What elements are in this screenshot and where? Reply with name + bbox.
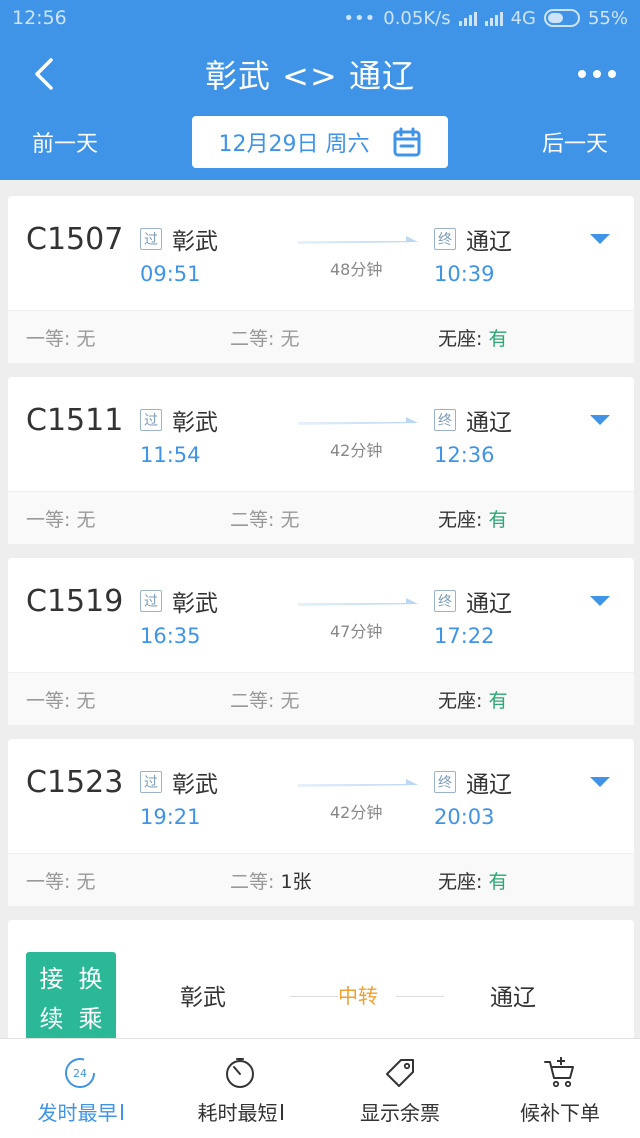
arrival-station: 终通辽	[434, 222, 512, 256]
terminal-tag: 终	[434, 228, 456, 250]
arrival-station: 终通辽	[434, 765, 512, 799]
prev-day-button[interactable]: 前一天	[32, 126, 98, 158]
travel-duration: 48分钟	[330, 260, 383, 279]
travel-duration: 42分钟	[330, 441, 383, 460]
sort-indicator-icon	[120, 1103, 123, 1120]
transfer-line	[396, 996, 444, 997]
train-list: C1507 过彰武 09:51 48分钟终通辽 10:39 一等: 无二等: 无无座: 有…	[0, 180, 640, 1070]
page-title: 彰武 <> 通辽	[205, 57, 415, 95]
standing-seat: 无座: 有	[438, 870, 508, 893]
arrival-time: 12:36	[434, 443, 495, 467]
arrival-station: 终通辽	[434, 584, 512, 618]
travel-duration: 42分钟	[330, 803, 383, 822]
second-class-seat: 二等: 无	[230, 689, 300, 712]
terminal-tag: 终	[434, 771, 456, 793]
network-type: 4G	[510, 7, 536, 29]
more-menu-button[interactable]	[556, 54, 616, 94]
standing-seat: 无座: 有	[438, 508, 508, 531]
battery-icon	[543, 9, 580, 27]
pass-through-tag: 过	[140, 409, 162, 431]
route-arrow-icon	[298, 236, 418, 244]
departure-time: 19:21	[140, 805, 201, 829]
date-label: 12月29日 周六	[218, 132, 370, 157]
bottom-toolbar: 24 发时最早 耗时最短 显示余票 候补下单	[0, 1038, 640, 1138]
next-day-button[interactable]: 后一天	[542, 126, 608, 158]
second-class-seat: 二等: 无	[230, 327, 300, 350]
travel-duration: 47分钟	[330, 622, 383, 641]
arrival-station: 终通辽	[434, 403, 512, 437]
transfer-to-station: 通辽	[490, 985, 536, 1011]
train-number: C1507	[26, 222, 124, 257]
pass-through-tag: 过	[140, 590, 162, 612]
route-arrow-icon	[298, 598, 418, 606]
signal-icon	[484, 10, 503, 26]
arrival-time: 20:03	[434, 805, 495, 829]
departure-station: 过彰武	[140, 222, 218, 256]
train-number: C1523	[26, 765, 124, 800]
route-arrow-icon	[298, 417, 418, 425]
show-remaining-tickets-tab[interactable]: 显示余票	[320, 1039, 480, 1138]
sort-indicator-icon	[280, 1103, 283, 1120]
battery-percent: 55%	[587, 7, 628, 29]
terminal-tag: 终	[434, 590, 456, 612]
pass-through-tag: 过	[140, 771, 162, 793]
transfer-from-station: 彰武	[180, 985, 226, 1011]
back-button[interactable]	[24, 54, 64, 94]
first-class-seat: 一等: 无	[26, 508, 96, 531]
stopwatch-icon	[226, 1058, 254, 1088]
train-card[interactable]: C1523 过彰武 19:21 42分钟 终通辽 20:03 一等: 无 二等: 1张 无座: …	[8, 739, 634, 906]
train-card[interactable]: C1511 过彰武 11:54 42分钟 终通辽 12:36 一等: 无 二等: 无 无座: 有	[8, 377, 634, 544]
train-card[interactable]: C1507 过彰武 09:51 48分钟 终通辽 10:39 一等: 无 二等: 无 无座: 有	[8, 196, 634, 363]
back-arrow-icon	[35, 58, 53, 90]
date-picker[interactable]: 12月29日 周六	[192, 116, 448, 168]
departure-station: 过彰武	[140, 403, 218, 437]
network-speed: 0.05K/s	[383, 7, 451, 29]
train-card[interactable]: C1519 过彰武 16:35 47分钟 终通辽 17:22 一等: 无 二等: 无 无座: 有	[8, 558, 634, 725]
departure-station: 过彰武	[140, 765, 218, 799]
train-number: C1511	[26, 403, 124, 438]
second-class-seat: 二等: 1张	[230, 870, 312, 893]
more-dots-icon: •••	[343, 7, 376, 29]
departure-time: 09:51	[140, 262, 201, 286]
train-number: C1519	[26, 584, 124, 619]
calendar-icon	[393, 127, 421, 157]
expand-chevron-icon[interactable]	[590, 234, 610, 244]
signal-icon	[458, 10, 477, 26]
terminal-tag: 终	[434, 409, 456, 431]
arrival-time: 17:22	[434, 624, 495, 648]
sort-shortest-duration-tab[interactable]: 耗时最短	[160, 1039, 320, 1138]
expand-chevron-icon[interactable]	[590, 777, 610, 787]
transfer-via: 中转	[338, 984, 378, 1008]
route-arrow-icon	[298, 779, 418, 787]
expand-chevron-icon[interactable]	[590, 596, 610, 606]
departure-time: 16:35	[140, 624, 201, 648]
waitlist-order-tab[interactable]: 候补下单	[480, 1039, 640, 1138]
cart-plus-icon	[544, 1057, 574, 1088]
second-class-seat: 二等: 无	[230, 508, 300, 531]
transfer-line	[290, 996, 338, 997]
standing-seat: 无座: 有	[438, 689, 508, 712]
first-class-seat: 一等: 无	[26, 327, 96, 350]
status-time: 12:56	[12, 7, 67, 29]
first-class-seat: 一等: 无	[26, 689, 96, 712]
arrival-time: 10:39	[434, 262, 495, 286]
transfer-badge: 接 换 续 乘	[26, 952, 116, 1040]
expand-chevron-icon[interactable]	[590, 415, 610, 425]
header: 彰武 <> 通辽 前一天 12月29日 周六 后一天	[0, 36, 640, 180]
standing-seat: 无座: 有	[438, 327, 508, 350]
clock-24-icon: 24	[65, 1058, 95, 1088]
first-class-seat: 一等: 无	[26, 870, 96, 893]
sort-earliest-departure-tab[interactable]: 24 发时最早	[0, 1039, 160, 1138]
svg-text:24: 24	[73, 1067, 87, 1080]
pass-through-tag: 过	[140, 228, 162, 250]
departure-time: 11:54	[140, 443, 201, 467]
ticket-tag-icon	[386, 1059, 414, 1087]
status-bar: 12:56 ••• 0.05K/s 4G 55%	[0, 0, 640, 36]
departure-station: 过彰武	[140, 584, 218, 618]
